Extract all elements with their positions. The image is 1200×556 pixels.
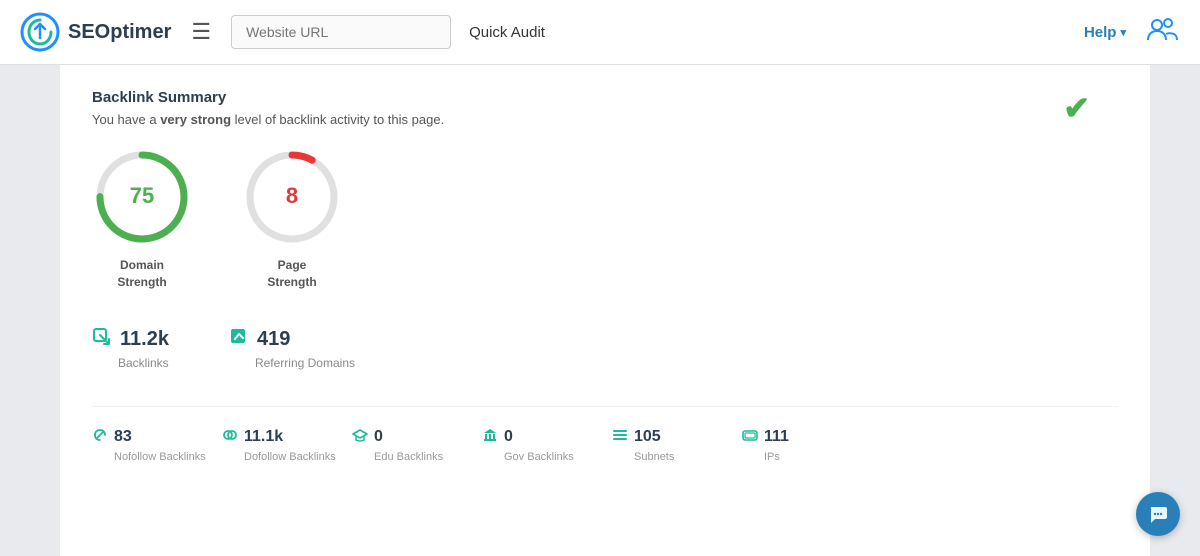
hamburger-button[interactable]: ☰ bbox=[191, 19, 211, 45]
referring-domains-icon bbox=[229, 327, 249, 352]
gov-icon bbox=[482, 427, 498, 447]
users-icon bbox=[1144, 12, 1180, 48]
subnets-value: 105 bbox=[634, 428, 661, 446]
help-button[interactable]: Help ▾ bbox=[1084, 24, 1126, 41]
svg-text:75: 75 bbox=[130, 183, 154, 208]
ips-value: 111 bbox=[764, 428, 789, 446]
header-right: Help ▾ bbox=[1084, 12, 1180, 53]
dofollow-backlinks-label: Dofollow Backlinks bbox=[244, 451, 336, 463]
page-strength-label: PageStrength bbox=[267, 257, 316, 291]
user-avatar-button[interactable] bbox=[1144, 12, 1180, 53]
dofollow-icon bbox=[222, 427, 238, 447]
logo-area: SEOptimer bbox=[20, 12, 171, 52]
logo-text: SEOptimer bbox=[68, 21, 171, 44]
domain-strength-label: DomainStrength bbox=[117, 257, 166, 291]
dofollow-backlinks-stat: 11.1k Dofollow Backlinks bbox=[222, 427, 352, 463]
help-label: Help bbox=[1084, 24, 1117, 41]
circles-row: 75 DomainStrength 8 PageStrength bbox=[92, 147, 1118, 291]
quick-audit-button[interactable]: Quick Audit bbox=[469, 24, 545, 41]
subnets-top: 105 bbox=[612, 427, 661, 447]
ips-top: 111 bbox=[742, 427, 789, 447]
logo-icon bbox=[20, 12, 60, 52]
nofollow-backlinks-value: 83 bbox=[114, 428, 132, 446]
chat-icon bbox=[1147, 503, 1169, 525]
subnets-label: Subnets bbox=[634, 451, 674, 463]
section-subtitle: You have a very strong level of backlink… bbox=[92, 112, 1118, 127]
subnets-stat: 105 Subnets bbox=[612, 427, 742, 463]
success-checkmark: ✔ bbox=[1063, 89, 1090, 127]
nofollow-backlinks-label: Nofollow Backlinks bbox=[114, 451, 206, 463]
edu-backlinks-stat: 0 Edu Backlinks bbox=[352, 427, 482, 463]
header: SEOptimer ☰ Quick Audit Help ▾ bbox=[0, 0, 1200, 65]
url-input[interactable] bbox=[231, 15, 451, 49]
right-sidebar bbox=[1150, 65, 1200, 556]
edu-backlinks-label: Edu Backlinks bbox=[374, 451, 443, 463]
gov-backlinks-value: 0 bbox=[504, 428, 513, 446]
backlinks-stat: 11.2k Backlinks bbox=[92, 327, 169, 370]
ips-label: IPs bbox=[764, 451, 780, 463]
edu-backlinks-value: 0 bbox=[374, 428, 383, 446]
nofollow-icon bbox=[92, 427, 108, 447]
domain-strength-item: 75 DomainStrength bbox=[92, 147, 192, 291]
ips-stat: 111 IPs bbox=[742, 427, 872, 463]
left-sidebar bbox=[0, 65, 60, 556]
chat-button[interactable] bbox=[1136, 492, 1180, 536]
backlinks-label: Backlinks bbox=[118, 356, 169, 370]
edu-icon bbox=[352, 427, 368, 447]
content-area: ✔ Backlink Summary You have a very stron… bbox=[60, 65, 1150, 556]
gov-backlinks-label: Gov Backlinks bbox=[504, 451, 574, 463]
backlinks-stat-top: 11.2k bbox=[92, 327, 169, 352]
section-title: Backlink Summary bbox=[92, 89, 1118, 106]
page-strength-item: 8 PageStrength bbox=[242, 147, 342, 291]
referring-domains-label: Referring Domains bbox=[255, 356, 355, 370]
gov-backlinks-stat: 0 Gov Backlinks bbox=[482, 427, 612, 463]
subtitle-prefix: You have a bbox=[92, 112, 160, 127]
ips-icon bbox=[742, 427, 758, 447]
subtitle-strong: very strong bbox=[160, 112, 231, 127]
page-strength-circle: 8 bbox=[242, 147, 342, 247]
gov-backlinks-top: 0 bbox=[482, 427, 513, 447]
stats-row: 11.2k Backlinks 419 Referring Domains bbox=[92, 327, 1118, 370]
dofollow-backlinks-value: 11.1k bbox=[244, 428, 283, 446]
referring-domains-value: 419 bbox=[257, 328, 290, 351]
subnets-icon bbox=[612, 427, 628, 447]
referring-domains-stat-top: 419 bbox=[229, 327, 290, 352]
nofollow-backlinks-top: 83 bbox=[92, 427, 132, 447]
backlinks-icon bbox=[92, 327, 112, 352]
nofollow-backlinks-stat: 83 Nofollow Backlinks bbox=[92, 427, 222, 463]
domain-strength-circle: 75 bbox=[92, 147, 192, 247]
bottom-stats-row: 83 Nofollow Backlinks 11.1k Dofollow Bac… bbox=[92, 406, 1118, 463]
svg-text:8: 8 bbox=[286, 183, 298, 208]
chevron-down-icon: ▾ bbox=[1120, 26, 1126, 39]
subtitle-suffix: level of backlink activity to this page. bbox=[231, 112, 444, 127]
backlinks-value: 11.2k bbox=[120, 328, 169, 351]
edu-backlinks-top: 0 bbox=[352, 427, 383, 447]
main-layout: ✔ Backlink Summary You have a very stron… bbox=[0, 65, 1200, 556]
referring-domains-stat: 419 Referring Domains bbox=[229, 327, 355, 370]
dofollow-backlinks-top: 11.1k bbox=[222, 427, 283, 447]
